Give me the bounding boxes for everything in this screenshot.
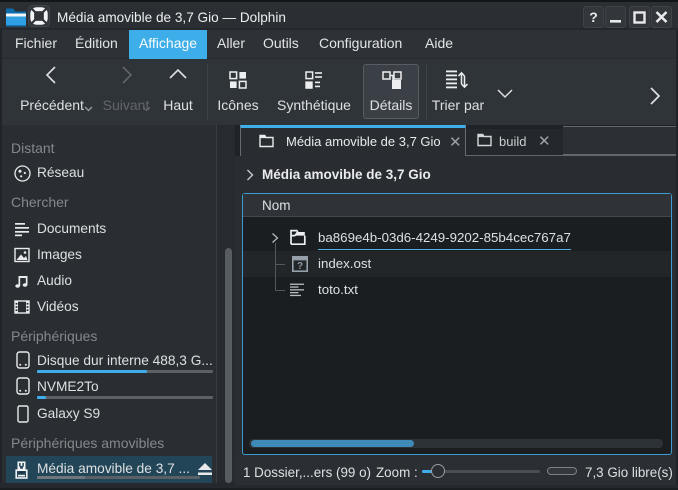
svg-text:?: ?: [297, 261, 303, 272]
